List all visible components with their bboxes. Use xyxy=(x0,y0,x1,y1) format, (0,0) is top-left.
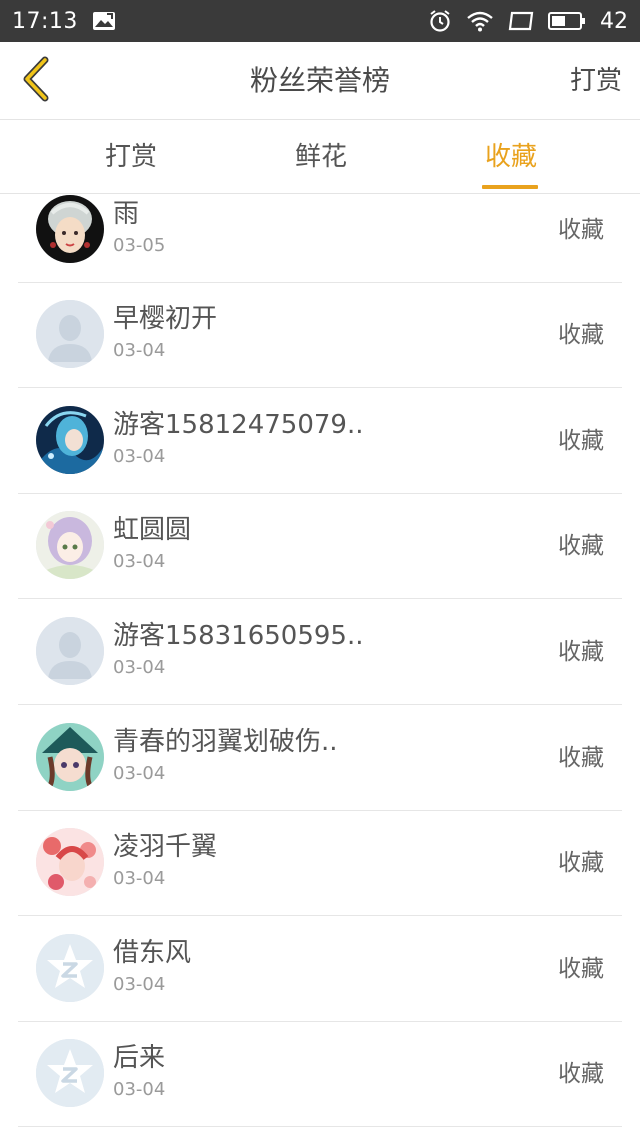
user-date: 03-04 xyxy=(113,974,166,995)
battery-icon xyxy=(548,11,586,31)
user-name: 凌羽千翼 xyxy=(113,832,218,862)
screen-icon xyxy=(508,11,534,31)
favorite-label: 收藏 xyxy=(558,1061,604,1087)
list-item[interactable]: 凌羽千翼 03-04 收藏 xyxy=(18,810,622,916)
list-item[interactable]: 青春的羽翼划破伤.. 03-04 收藏 xyxy=(18,705,622,811)
list-item[interactable]: 雨 03-05 收藏 xyxy=(18,194,622,283)
page-title: 粉丝荣誉榜 xyxy=(249,64,390,97)
favorite-label: 收藏 xyxy=(558,322,604,348)
tab-flowers[interactable]: 鲜花 xyxy=(251,121,391,194)
list-item[interactable]: 后来 03-04 收藏 xyxy=(18,1021,622,1127)
status-bar: 17:13 42 xyxy=(0,0,640,42)
user-date: 03-04 xyxy=(113,657,166,678)
tab-bar: 打赏 鲜花 收藏 xyxy=(0,121,640,194)
alarm-icon xyxy=(428,9,452,33)
tab-reward[interactable]: 打赏 xyxy=(61,121,201,194)
tab-reward-label: 打赏 xyxy=(104,142,157,172)
list-item[interactable]: 游客15812475079.. 03-04 收藏 xyxy=(18,388,622,494)
user-date: 03-04 xyxy=(113,551,166,572)
wifi-icon xyxy=(466,10,494,32)
user-name: 雨 xyxy=(113,199,140,229)
user-date: 03-04 xyxy=(113,763,166,784)
image-notification-icon xyxy=(92,11,116,31)
favorite-label: 收藏 xyxy=(558,217,604,243)
anime-witch-hat-avatar xyxy=(36,723,104,791)
status-time: 17:13 xyxy=(12,8,78,34)
user-date: 03-05 xyxy=(113,235,166,256)
favorite-label: 收藏 xyxy=(558,639,604,665)
fans-list[interactable]: 雨 03-05 收藏 早樱初开 03-04 收藏 游客15812475079..… xyxy=(0,194,640,1138)
user-name: 后来 xyxy=(113,1043,166,1073)
header-bar: 粉丝荣誉榜 打赏 xyxy=(0,42,640,120)
user-date: 03-04 xyxy=(113,446,166,467)
favorite-label: 收藏 xyxy=(558,428,604,454)
user-name: 虹圆圆 xyxy=(113,515,192,545)
favorite-label: 收藏 xyxy=(558,533,604,559)
favorite-label: 收藏 xyxy=(558,850,604,876)
default-person-avatar xyxy=(36,300,104,368)
active-tab-indicator xyxy=(482,185,538,189)
list-item[interactable]: 早樱初开 03-04 收藏 xyxy=(18,282,622,388)
default-person-avatar xyxy=(36,617,104,685)
tab-favorites[interactable]: 收藏 xyxy=(441,121,581,194)
user-name: 游客15812475079.. xyxy=(113,410,364,440)
user-date: 03-04 xyxy=(113,868,166,889)
user-name: 借东风 xyxy=(113,938,192,968)
qzone-star-avatar xyxy=(36,1039,104,1107)
list-item[interactable]: 虹圆圆 03-04 收藏 xyxy=(18,493,622,599)
chevron-left-icon xyxy=(19,56,53,106)
reward-button[interactable]: 打赏 xyxy=(570,42,622,120)
status-right: 42 xyxy=(428,9,628,34)
user-name: 早樱初开 xyxy=(113,304,218,334)
painted-portrait-avatar xyxy=(36,195,104,263)
list-item[interactable]: 游客15831650595.. 03-04 收藏 xyxy=(18,599,622,705)
user-date: 03-04 xyxy=(113,1079,166,1100)
user-name: 游客15831650595.. xyxy=(113,621,364,651)
favorite-label: 收藏 xyxy=(558,745,604,771)
anime-blue-hair-avatar xyxy=(36,406,104,474)
status-left: 17:13 xyxy=(12,9,116,34)
tab-favorites-label: 收藏 xyxy=(484,142,537,172)
tab-flowers-label: 鲜花 xyxy=(294,142,347,172)
anime-red-flowers-avatar xyxy=(36,828,104,896)
list-item[interactable]: 借东风 03-04 收藏 xyxy=(18,916,622,1022)
anime-lavender-hair-avatar xyxy=(36,511,104,579)
back-button[interactable] xyxy=(12,54,60,108)
favorite-label: 收藏 xyxy=(558,956,604,982)
user-date: 03-04 xyxy=(113,340,166,361)
battery-level: 42 xyxy=(600,8,628,34)
qzone-star-avatar xyxy=(36,934,104,1002)
user-name: 青春的羽翼划破伤.. xyxy=(113,727,338,757)
